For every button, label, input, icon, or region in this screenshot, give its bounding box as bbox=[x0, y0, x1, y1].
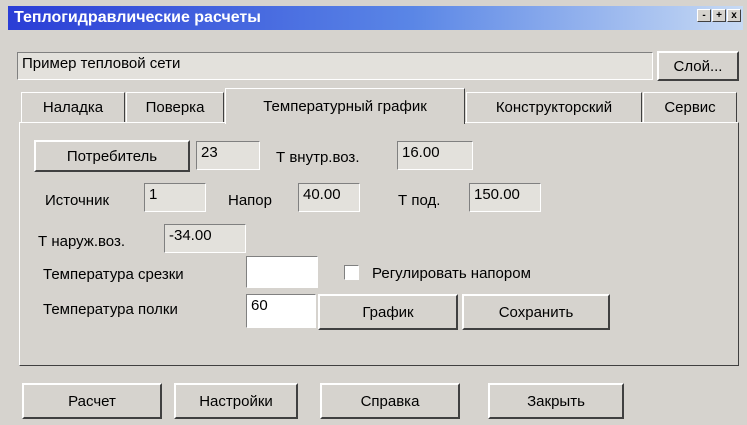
t-supply-label: Т под. bbox=[398, 192, 441, 209]
settings-button[interactable]: Настройки bbox=[174, 383, 298, 419]
t-supply-field[interactable]: 150.00 bbox=[469, 183, 541, 212]
tab-poverka[interactable]: Поверка bbox=[126, 92, 224, 122]
maximize-button[interactable]: + bbox=[712, 9, 726, 22]
network-name-text: Пример тепловой сети bbox=[22, 55, 181, 72]
pressure-field[interactable]: 40.00 bbox=[298, 183, 360, 212]
tab-constructor[interactable]: Конструкторский bbox=[466, 92, 642, 122]
tab-temperature-graph[interactable]: Температурный график bbox=[225, 88, 465, 124]
window-title: Теплогидравлические расчеты bbox=[14, 9, 261, 26]
shelf-value: 60 bbox=[251, 297, 268, 314]
minimize-button[interactable]: - bbox=[697, 9, 711, 22]
t-inner-value: 16.00 bbox=[402, 144, 440, 161]
close-button[interactable]: Закрыть bbox=[488, 383, 624, 419]
regulate-checkbox[interactable] bbox=[344, 265, 359, 280]
consumer-button[interactable]: Потребитель bbox=[34, 140, 190, 172]
shelf-input[interactable]: 60 bbox=[246, 294, 316, 328]
t-outer-label: Т наруж.воз. bbox=[38, 233, 126, 250]
pressure-label: Напор bbox=[228, 192, 272, 209]
source-label: Источник bbox=[45, 192, 110, 209]
t-supply-value: 150.00 bbox=[474, 186, 520, 203]
consumer-value-field[interactable]: 23 bbox=[196, 141, 260, 170]
t-outer-field[interactable]: -34.00 bbox=[164, 224, 246, 253]
window-controls: - + x bbox=[697, 9, 741, 22]
graph-button[interactable]: График bbox=[318, 294, 458, 330]
layer-button[interactable]: Слой... bbox=[657, 51, 739, 81]
help-button[interactable]: Справка bbox=[320, 383, 460, 419]
close-window-button[interactable]: x bbox=[727, 9, 741, 22]
shelf-label: Температура полки bbox=[43, 301, 178, 318]
tab-service[interactable]: Сервис bbox=[643, 92, 737, 122]
consumer-value: 23 bbox=[201, 144, 218, 161]
network-name-field[interactable]: Пример тепловой сети bbox=[17, 52, 653, 80]
tab-naladka[interactable]: Наладка bbox=[21, 92, 125, 122]
cutoff-input[interactable] bbox=[246, 256, 318, 288]
cutoff-label: Температура срезки bbox=[43, 266, 184, 283]
t-outer-value: -34.00 bbox=[169, 227, 212, 244]
t-inner-field[interactable]: 16.00 bbox=[397, 141, 473, 170]
source-field[interactable]: 1 bbox=[144, 183, 206, 212]
window-titlebar: Теплогидравлические расчеты - + x bbox=[8, 6, 743, 30]
save-button[interactable]: Сохранить bbox=[462, 294, 610, 330]
t-inner-label: Т внутр.воз. bbox=[276, 149, 360, 166]
source-value: 1 bbox=[149, 186, 158, 203]
regulate-label: Регулировать напором bbox=[372, 265, 531, 282]
pressure-value: 40.00 bbox=[303, 186, 341, 203]
calc-button[interactable]: Расчет bbox=[22, 383, 162, 419]
